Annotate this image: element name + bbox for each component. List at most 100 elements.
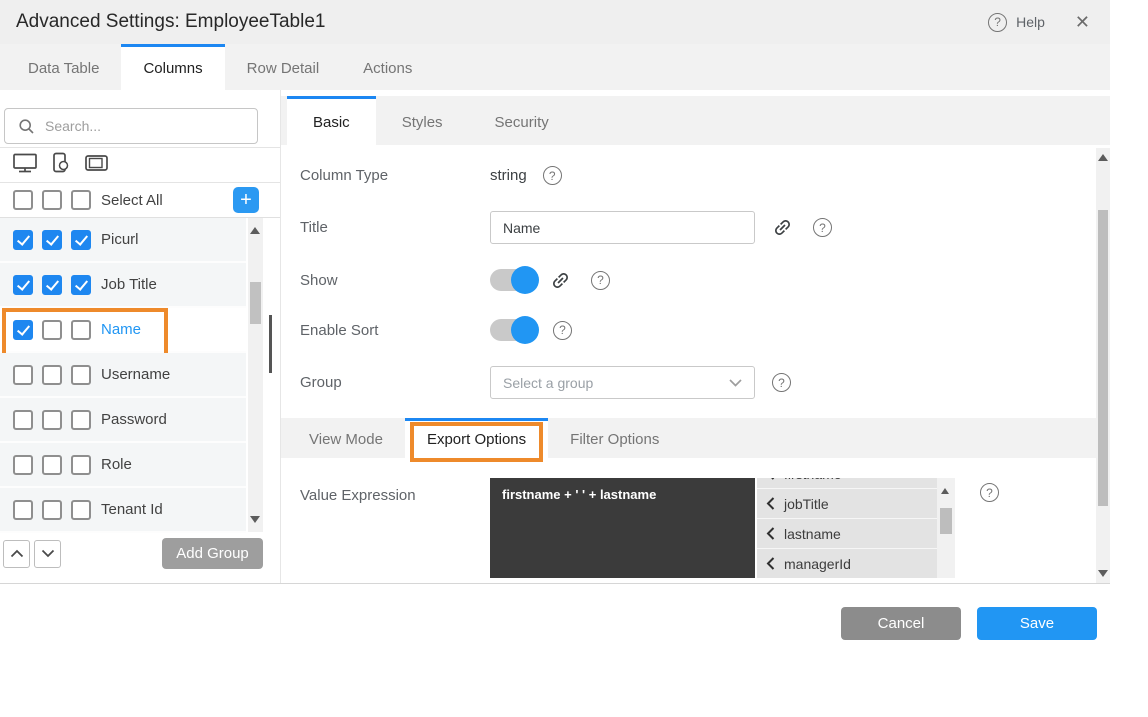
title-input[interactable] [490,211,755,244]
value-expression-row: Value Expression firstname + ' ' + lastn… [281,478,1110,578]
checkbox-mobile[interactable] [42,275,62,295]
tab-filter-options[interactable]: Filter Options [548,418,681,458]
save-button[interactable]: Save [977,607,1097,640]
scroll-up-icon[interactable] [941,488,949,494]
sidebar-item-name[interactable]: Name [0,308,246,353]
advanced-settings-dialog: Advanced Settings: EmployeeTable1 ? Help… [0,0,1110,584]
checkbox-tablet[interactable] [71,365,91,385]
field-item-jobtitle[interactable]: jobTitle [757,489,937,519]
help-icon[interactable]: ? [553,321,572,340]
checkbox-desktop[interactable] [13,320,33,340]
checkbox-desktop[interactable] [13,410,33,430]
sidebar-item-job-title[interactable]: Job Title [0,263,246,308]
enable-sort-row: Enable Sort ? [281,316,1110,344]
chevron-left-icon [766,527,775,540]
checkbox-mobile[interactable] [42,455,62,475]
field-list: firstname jobTitle lastname manager [757,478,955,578]
show-toggle[interactable] [490,269,537,291]
search-box[interactable] [4,108,258,144]
help-icon[interactable]: ? [813,218,832,237]
scrollbar-thumb[interactable] [1098,210,1108,506]
tab-security[interactable]: Security [469,96,575,145]
checkbox-tablet[interactable] [71,455,91,475]
columns-sidebar: Select All + Picurl Job Title Name [0,90,281,583]
add-group-button[interactable]: Add Group [162,538,263,569]
select-all-checkbox-mobile[interactable] [42,190,62,210]
resize-handle[interactable] [269,315,272,373]
scrollbar-thumb[interactable] [940,508,952,534]
tab-export-options[interactable]: Export Options [405,418,548,458]
tablet-icon[interactable] [84,152,110,174]
mobile-icon[interactable] [50,152,72,174]
chevron-left-icon [766,557,775,570]
sidebar-item-picurl[interactable]: Picurl [0,218,246,263]
checkbox-desktop[interactable] [13,230,33,250]
checkbox-mobile[interactable] [42,410,62,430]
column-settings-panel: Basic Styles Security Column Type string… [281,90,1110,583]
help-icon[interactable]: ? [543,166,562,185]
value-expression-editor[interactable]: firstname + ' ' + lastname [490,478,755,578]
checkbox-tablet[interactable] [71,275,91,295]
close-icon[interactable]: ✕ [1075,12,1090,33]
tab-styles[interactable]: Styles [376,96,469,145]
link-icon[interactable] [550,270,571,291]
enable-sort-toggle[interactable] [490,319,537,341]
move-up-button[interactable] [3,540,30,568]
checkbox-tablet[interactable] [71,500,91,520]
column-label: Job Title [101,276,157,293]
help-icon[interactable]: ? [980,483,999,502]
sidebar-item-password[interactable]: Password [0,398,246,443]
scroll-down-icon[interactable] [1098,570,1108,577]
checkbox-tablet[interactable] [71,230,91,250]
dialog-actions: Cancel Save [841,607,1097,640]
panel-scrollbar[interactable] [1096,148,1110,583]
scroll-down-icon[interactable] [250,516,260,523]
checkbox-mobile[interactable] [42,230,62,250]
scrollbar-thumb[interactable] [250,282,261,324]
field-item-managerid[interactable]: managerId [757,549,937,578]
help-icon[interactable]: ? [591,271,610,290]
help-label[interactable]: Help [1016,14,1045,30]
link-icon[interactable] [772,217,793,238]
help-icon[interactable]: ? [988,13,1007,32]
add-column-button[interactable]: + [233,187,259,213]
field-item-lastname[interactable]: lastname [757,519,937,549]
checkbox-desktop[interactable] [13,500,33,520]
tab-row-detail[interactable]: Row Detail [225,44,342,90]
title-label: Title [300,219,490,236]
checkbox-tablet[interactable] [71,410,91,430]
select-all-checkbox-desktop[interactable] [13,190,33,210]
checkbox-desktop[interactable] [13,275,33,295]
tab-columns[interactable]: Columns [121,44,224,90]
field-item-firstname[interactable]: firstname [757,478,937,489]
help-icon[interactable]: ? [772,373,791,392]
dialog-header: Advanced Settings: EmployeeTable1 ? Help… [0,0,1110,44]
checkbox-mobile[interactable] [42,500,62,520]
scroll-up-icon[interactable] [250,227,260,234]
sidebar-item-role[interactable]: Role [0,443,246,488]
chevron-left-icon [766,497,775,510]
select-all-checkbox-tablet[interactable] [71,190,91,210]
cancel-button[interactable]: Cancel [841,607,961,640]
move-down-button[interactable] [34,540,61,568]
tab-actions[interactable]: Actions [341,44,434,90]
tab-data-table[interactable]: Data Table [6,44,121,90]
search-input[interactable] [45,118,225,134]
checkbox-desktop[interactable] [13,455,33,475]
checkbox-mobile[interactable] [42,365,62,385]
field-item-label: managerId [784,556,851,572]
checkbox-mobile[interactable] [42,320,62,340]
checkbox-tablet[interactable] [71,320,91,340]
checkbox-desktop[interactable] [13,365,33,385]
chevron-left-icon [766,478,775,480]
desktop-icon[interactable] [12,152,38,174]
field-list-scrollbar[interactable] [937,478,955,578]
group-select[interactable]: Select a group [490,366,755,399]
sidebar-scrollbar[interactable] [248,218,263,532]
scroll-up-icon[interactable] [1098,154,1108,161]
column-label: Tenant Id [101,501,163,518]
tab-view-mode[interactable]: View Mode [287,418,405,458]
sidebar-item-username[interactable]: Username [0,353,246,398]
tab-basic[interactable]: Basic [287,96,376,145]
sidebar-item-tenant-id[interactable]: Tenant Id [0,488,246,533]
